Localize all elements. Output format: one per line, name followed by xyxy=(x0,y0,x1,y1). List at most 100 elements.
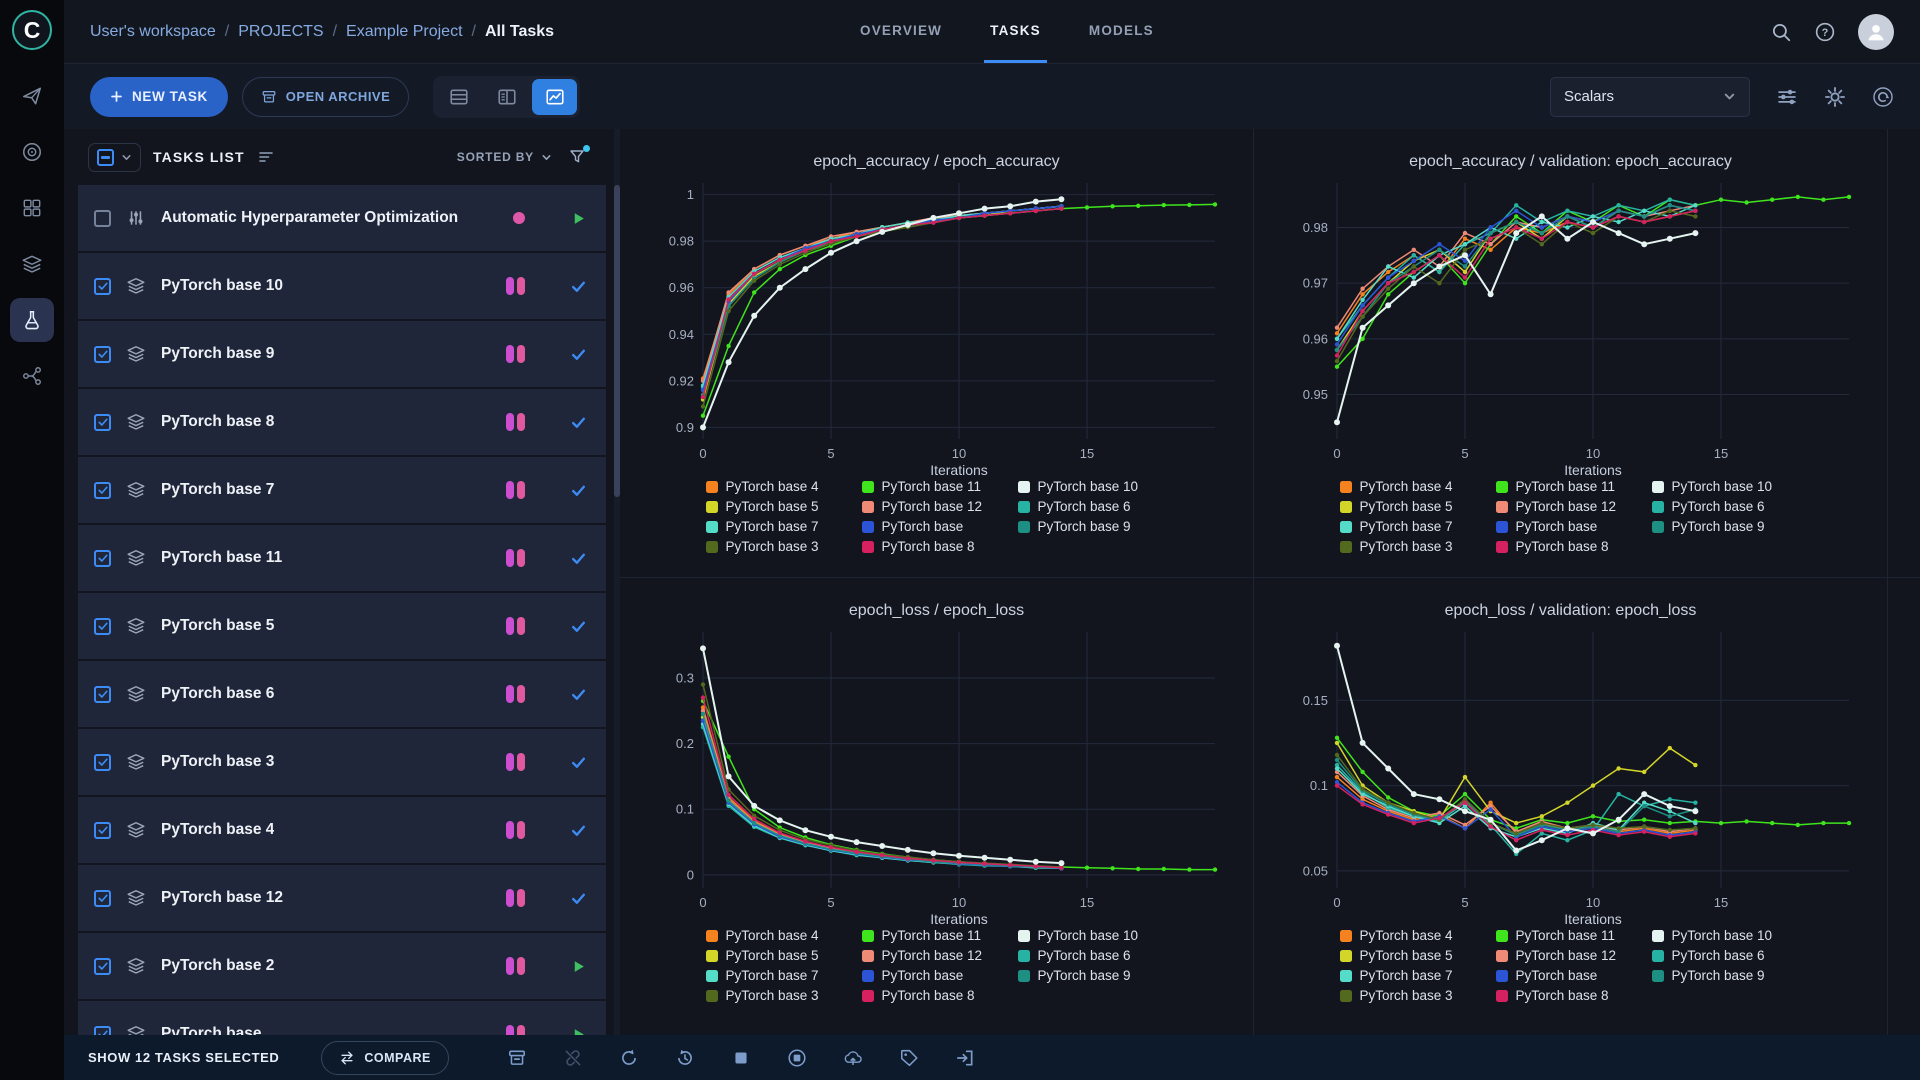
avatar[interactable] xyxy=(1858,13,1894,50)
task-checkbox[interactable] xyxy=(94,277,111,295)
task-checkbox[interactable] xyxy=(94,413,111,431)
legend-item[interactable]: PyTorch base 9 xyxy=(1017,519,1168,534)
legend-item[interactable]: PyTorch base xyxy=(1495,968,1646,983)
tasks-scrollbar-thumb[interactable] xyxy=(614,185,620,497)
projects-icon[interactable] xyxy=(10,186,54,230)
task-row[interactable]: PyTorch base 6 xyxy=(78,661,606,727)
filter-funnel-button[interactable] xyxy=(568,145,590,167)
terminate-icon[interactable] xyxy=(787,1048,807,1068)
breadcrumb-item[interactable]: Example Project xyxy=(346,23,463,41)
gear-icon[interactable] xyxy=(1824,86,1846,108)
legend-item[interactable]: PyTorch base 10 xyxy=(1651,928,1802,943)
legend-item[interactable]: PyTorch base 7 xyxy=(705,968,856,983)
legend-item[interactable]: PyTorch base 8 xyxy=(861,539,1012,554)
table-view-icon[interactable] xyxy=(436,79,481,115)
chart-plot[interactable]: 0 5 10 15 0.9 0.92 0.94 0.96 0.98 1 Iterations xyxy=(647,173,1227,479)
legend-item[interactable]: PyTorch base 8 xyxy=(1495,539,1646,554)
legend-item[interactable]: PyTorch base 3 xyxy=(705,539,856,554)
pipelines-icon[interactable] xyxy=(10,354,54,398)
legend-item[interactable]: PyTorch base 8 xyxy=(861,988,1012,1003)
task-row[interactable]: PyTorch base 7 xyxy=(78,457,606,523)
clearml-logo[interactable]: C xyxy=(12,10,52,50)
breadcrumb-item[interactable]: PROJECTS xyxy=(238,23,323,41)
legend-item[interactable]: PyTorch base 7 xyxy=(1339,968,1490,983)
legend-item[interactable]: PyTorch base xyxy=(861,968,1012,983)
auto-refresh-icon[interactable] xyxy=(1872,86,1894,108)
move-to-icon[interactable] xyxy=(955,1048,975,1068)
legend-item[interactable]: PyTorch base 4 xyxy=(1339,928,1490,943)
task-checkbox[interactable] xyxy=(94,889,111,907)
compare-button[interactable]: COMPARE xyxy=(321,1040,449,1075)
chart-plot[interactable]: 0 5 10 15 0.95 0.96 0.97 0.98 Iterations xyxy=(1281,173,1861,479)
legend-item[interactable]: PyTorch base xyxy=(1495,519,1646,534)
legend-item[interactable]: PyTorch base 12 xyxy=(861,499,1012,514)
experiments-icon[interactable] xyxy=(10,298,54,342)
task-row[interactable]: PyTorch base 11 xyxy=(78,525,606,591)
task-checkbox[interactable] xyxy=(94,481,111,499)
task-checkbox[interactable] xyxy=(94,753,111,771)
task-row[interactable]: PyTorch base 12 xyxy=(78,865,606,931)
chart-plot[interactable]: 0 5 10 15 0.05 0.1 0.15 Iterations xyxy=(1281,622,1861,928)
legend-item[interactable]: PyTorch base 12 xyxy=(861,948,1012,963)
task-row[interactable]: PyTorch base 2 xyxy=(78,933,606,999)
select-all-control[interactable] xyxy=(88,142,141,172)
tab-overview[interactable]: OVERVIEW xyxy=(854,0,948,63)
task-row[interactable]: PyTorch base 9 xyxy=(78,321,606,387)
legend-item[interactable]: PyTorch base 7 xyxy=(705,519,856,534)
search-icon[interactable] xyxy=(1770,21,1792,43)
task-checkbox[interactable] xyxy=(94,821,111,839)
legend-item[interactable]: PyTorch base 3 xyxy=(1339,988,1490,1003)
chart-view-icon[interactable] xyxy=(532,78,578,115)
legend-item[interactable]: PyTorch base 9 xyxy=(1651,519,1802,534)
legend-item[interactable]: PyTorch base 5 xyxy=(705,499,856,514)
task-checkbox[interactable] xyxy=(94,685,111,703)
legend-item[interactable]: PyTorch base 6 xyxy=(1651,948,1802,963)
legend-item[interactable]: PyTorch base 7 xyxy=(1339,519,1490,534)
open-archive-button[interactable]: OPEN ARCHIVE xyxy=(241,76,410,117)
dashboard-icon[interactable] xyxy=(10,130,54,174)
legend-item[interactable]: PyTorch base 5 xyxy=(705,948,856,963)
legend-item[interactable]: PyTorch base 8 xyxy=(1495,988,1646,1003)
sorted-by-button[interactable]: SORTED BY xyxy=(457,150,552,164)
task-row[interactable]: PyTorch base 4 xyxy=(78,797,606,863)
legend-item[interactable]: PyTorch base 9 xyxy=(1651,968,1802,983)
tags-icon[interactable] xyxy=(899,1048,919,1068)
legend-item[interactable]: PyTorch base 10 xyxy=(1017,479,1168,494)
legend-item[interactable]: PyTorch base 12 xyxy=(1495,499,1646,514)
task-row[interactable]: PyTorch base 5 xyxy=(78,593,606,659)
legend-item[interactable]: PyTorch base 6 xyxy=(1651,499,1802,514)
metric-type-select[interactable]: Scalars xyxy=(1550,76,1750,117)
legend-item[interactable]: PyTorch base 4 xyxy=(1339,479,1490,494)
legend-item[interactable]: PyTorch base 3 xyxy=(1339,539,1490,554)
task-checkbox[interactable] xyxy=(94,1025,111,1035)
legend-item[interactable]: PyTorch base 10 xyxy=(1651,479,1802,494)
legend-item[interactable]: PyTorch base 11 xyxy=(861,479,1012,494)
publish-icon[interactable] xyxy=(843,1048,863,1068)
task-row[interactable]: PyTorch base xyxy=(78,1001,606,1035)
chart-plot[interactable]: 0 5 10 15 0 0.1 0.2 0.3 Iterations xyxy=(647,622,1227,928)
task-row[interactable]: Automatic Hyperparameter Optimization xyxy=(78,185,606,251)
help-icon[interactable]: ? xyxy=(1814,21,1836,43)
select-all-checkbox[interactable] xyxy=(97,148,114,166)
abort-icon[interactable] xyxy=(731,1048,751,1068)
task-row[interactable]: PyTorch base 8 xyxy=(78,389,606,455)
task-checkbox[interactable] xyxy=(94,617,111,635)
legend-item[interactable]: PyTorch base 6 xyxy=(1017,948,1168,963)
legend-item[interactable]: PyTorch base 10 xyxy=(1017,928,1168,943)
archive-icon[interactable] xyxy=(507,1048,527,1068)
chevron-down-icon[interactable] xyxy=(121,152,132,163)
breadcrumb-item[interactable]: All Tasks xyxy=(485,23,554,41)
reset-icon[interactable] xyxy=(675,1048,695,1068)
breadcrumb-item[interactable]: User's workspace xyxy=(90,23,216,41)
tab-models[interactable]: MODELS xyxy=(1083,0,1160,63)
legend-item[interactable]: PyTorch base 3 xyxy=(705,988,856,1003)
legend-item[interactable]: PyTorch base 4 xyxy=(705,928,856,943)
apps-icon[interactable] xyxy=(10,74,54,118)
new-task-button[interactable]: NEW TASK xyxy=(90,76,228,117)
legend-item[interactable]: PyTorch base 11 xyxy=(1495,479,1646,494)
task-checkbox[interactable] xyxy=(94,957,111,975)
legend-item[interactable]: PyTorch base 11 xyxy=(1495,928,1646,943)
task-checkbox[interactable] xyxy=(94,549,111,567)
datasets-icon[interactable] xyxy=(10,242,54,286)
legend-item[interactable]: PyTorch base 11 xyxy=(861,928,1012,943)
